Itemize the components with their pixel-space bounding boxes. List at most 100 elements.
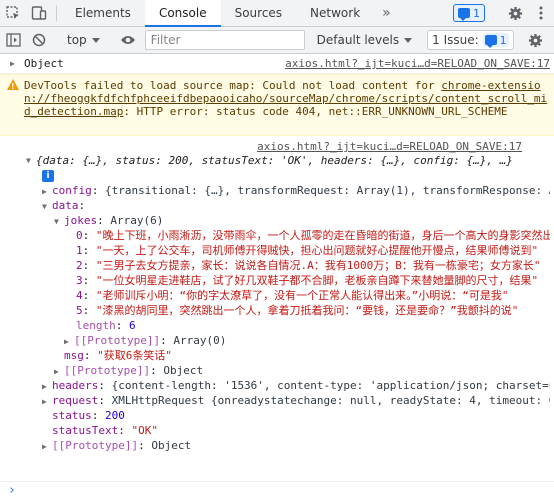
- expand-triangle-icon[interactable]: ▶: [42, 439, 52, 453]
- message-icon: [484, 35, 497, 48]
- context-selector[interactable]: top: [61, 33, 106, 47]
- config-row[interactable]: ▶ config: {transitional: {…}, transformRe…: [4, 183, 550, 198]
- response-source-row: axios.html?_ijt=kuci…d=RELOAD_ON_SAVE:17: [4, 139, 550, 153]
- joke-index: 4: [76, 289, 83, 302]
- source-link[interactable]: axios.html?_ijt=kuci…d=RELOAD_ON_SAVE:17: [257, 139, 522, 153]
- expand-triangle-icon[interactable]: ▶: [42, 184, 52, 198]
- tab-label: Console: [158, 6, 207, 20]
- joke-index: 2: [76, 259, 83, 272]
- msg-key: msg: [64, 349, 84, 362]
- settings-gear-icon[interactable]: [502, 6, 528, 21]
- issues-label: 1 Issue:: [432, 33, 479, 47]
- prototype-key: [[Prototype]]: [52, 439, 139, 452]
- status-text-value: "OK": [131, 424, 158, 437]
- log-levels-value: Default levels: [316, 33, 400, 47]
- joke-item[interactable]: 4: "老师训斥小明：“你的字太潦草了，没有一个正常人能认得出来。”小明说：“可…: [4, 288, 550, 303]
- device-toolbar-icon[interactable]: [26, 0, 52, 26]
- joke-index: 5: [76, 304, 83, 317]
- object-label[interactable]: Object: [24, 57, 64, 70]
- status-value: 200: [105, 409, 125, 422]
- request-value: XMLHttpRequest {onreadystatechange: null…: [111, 394, 550, 407]
- inspect-element-icon[interactable]: [0, 0, 26, 26]
- data-row[interactable]: ▼ data:: [4, 198, 550, 213]
- collapse-triangle-icon[interactable]: ▼: [26, 153, 36, 168]
- tab-elements[interactable]: Elements: [61, 0, 145, 26]
- prototype-value: Object: [163, 364, 204, 377]
- issues-button[interactable]: 1 Issue: 1: [427, 30, 514, 50]
- joke-index: 1: [76, 244, 83, 257]
- tab-sources[interactable]: Sources: [221, 0, 296, 26]
- status-text-key: statusText: [52, 424, 119, 437]
- msg-row: msg: "获取6条笑话": [64, 349, 172, 362]
- warning-icon: [7, 79, 19, 93]
- info-row: i: [4, 168, 550, 183]
- info-icon[interactable]: i: [42, 170, 54, 182]
- expand-triangle-icon[interactable]: ▶: [42, 379, 52, 393]
- joke-item[interactable]: 1: "一天，上了公交车，司机师傅开得贼快，担心出问题就好心提醒他开慢点，结果师…: [4, 243, 550, 258]
- outer-prototype-row[interactable]: ▶ [[Prototype]]: Object: [4, 438, 550, 453]
- expand-triangle-icon[interactable]: ▶: [10, 57, 20, 71]
- warning-message: DevTools failed to load source map: Coul…: [0, 74, 554, 136]
- clear-console-icon[interactable]: [26, 33, 52, 47]
- response-summary-row[interactable]: ▼ {data: {…}, status: 200, statusText: '…: [4, 153, 550, 168]
- messages-badge[interactable]: 1: [453, 4, 485, 22]
- length-key: length: [76, 319, 116, 332]
- headers-row[interactable]: ▶ headers: {content-length: '1536', conte…: [4, 378, 550, 393]
- data-key: data: [52, 199, 79, 212]
- jokes-row[interactable]: ▼ jokes: Array(6): [4, 213, 550, 228]
- expand-triangle-icon[interactable]: ▶: [64, 334, 74, 348]
- tab-label: Sources: [234, 6, 283, 20]
- config-key: config: [52, 184, 92, 197]
- headers-key: headers: [52, 379, 99, 392]
- joke-item[interactable]: 0: "晚上下班，小雨淅沥，没带雨伞，一个人孤零的走在昏暗的街道，身后一个高大的…: [4, 228, 550, 243]
- source-link[interactable]: axios.html?_ijt=kuci…d=RELOAD_ON_SAVE:17: [285, 57, 550, 71]
- expand-triangle-icon[interactable]: ▶: [42, 394, 52, 408]
- message-icon: [458, 8, 470, 21]
- joke-text: "晚上下班，小雨淅沥，没带雨伞，一个人孤零的走在昏暗的街道，身后一个高大的身影突…: [95, 229, 550, 242]
- sidebar-toggle-icon[interactable]: [0, 33, 26, 47]
- joke-item[interactable]: 2: "三男子去女方提亲，家长：说说各自情况.A：我有1000万；B：我有一栋豪…: [4, 258, 550, 273]
- joke-item[interactable]: 5: "漆黑的胡同里，突然跳出一个人，拿着刀抵着我问：“要钱，还是要命？”我颤抖…: [4, 303, 550, 318]
- console-prompt[interactable]: ›: [0, 481, 554, 499]
- length-value: 6: [129, 319, 136, 332]
- console-log: ▶ axios.html?_ijt=kuci…d=RELOAD_ON_SAVE:…: [0, 54, 554, 499]
- filter-input[interactable]: [144, 30, 305, 50]
- joke-index: 0: [76, 229, 83, 242]
- request-key: request: [52, 394, 99, 407]
- status-text-row: statusText: "OK": [52, 424, 158, 437]
- log-message-object: ▶ axios.html?_ijt=kuci…d=RELOAD_ON_SAVE:…: [0, 54, 554, 74]
- length-row: length: 6: [76, 319, 136, 332]
- console-settings-gear-icon[interactable]: [523, 33, 549, 48]
- more-tabs-button[interactable]: »: [374, 0, 399, 26]
- chevron-down-icon: [91, 37, 100, 43]
- prompt-chevron-icon: ›: [8, 483, 16, 498]
- warning-text-suffix: : HTTP error: status code 404, net::ERR_…: [123, 105, 508, 118]
- live-expression-eye-icon[interactable]: [115, 34, 141, 46]
- log-message-response: axios.html?_ijt=kuci…d=RELOAD_ON_SAVE:17…: [0, 136, 554, 456]
- joke-text: "一位女明星走进鞋店，试了好几双鞋子都不合脚，老板亲自蹲下来替她量脚的尺寸，结果…: [95, 274, 539, 287]
- msg-value: "获取6条笑话": [97, 349, 172, 362]
- tab-label: Elements: [75, 6, 131, 20]
- joke-text: "一天，上了公交车，司机师傅开得贼快，担心出问题就好心提醒他开慢点，结果师傅说到…: [95, 244, 539, 257]
- issues-count: 1: [499, 33, 507, 47]
- prototype-array-row[interactable]: ▶ [[Prototype]]: Array(0): [4, 333, 550, 348]
- expand-triangle-icon[interactable]: ▶: [54, 364, 64, 378]
- kebab-menu-icon[interactable]: [528, 6, 554, 20]
- log-levels-dropdown[interactable]: Default levels: [311, 33, 418, 47]
- prototype-value: Array(0): [173, 334, 227, 347]
- joke-text: "三男子去女方提亲，家长：说说各自情况.A：我有1000万；B：我有一栋豪宅；女…: [95, 259, 541, 272]
- joke-index: 3: [76, 274, 83, 287]
- prototype-object-row[interactable]: ▶ [[Prototype]]: Object: [4, 363, 550, 378]
- joke-item[interactable]: 3: "一位女明星走进鞋店，试了好几双鞋子都不合脚，老板亲自蹲下来替她量脚的尺寸…: [4, 273, 550, 288]
- prototype-value: Object: [151, 439, 192, 452]
- tab-console[interactable]: Console: [144, 0, 221, 27]
- messages-count: 1: [473, 6, 480, 20]
- request-row[interactable]: ▶ request: XMLHttpRequest {onreadystatech…: [4, 393, 550, 408]
- config-value: {transitional: {…}, transformRequest: Ar…: [105, 184, 550, 197]
- tab-network[interactable]: Network: [296, 0, 374, 26]
- divider: [56, 5, 57, 21]
- context-value: top: [67, 33, 87, 47]
- issues-badge: 1: [482, 33, 509, 48]
- collapse-triangle-icon[interactable]: ▼: [54, 214, 64, 228]
- collapse-triangle-icon[interactable]: ▼: [42, 199, 52, 213]
